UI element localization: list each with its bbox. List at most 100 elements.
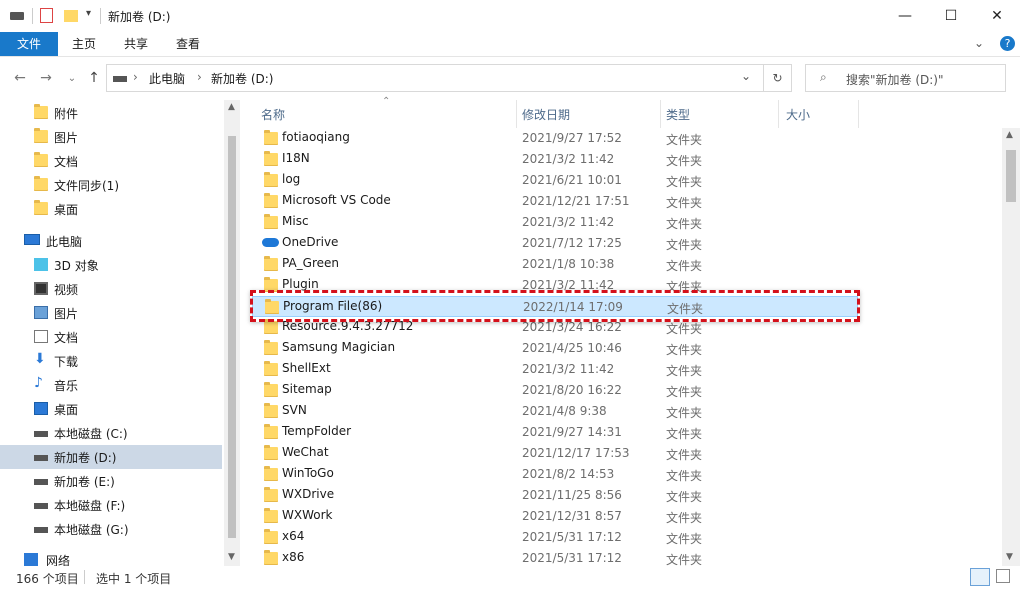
- sidebar-item-pictures-pc[interactable]: 图片: [0, 301, 222, 325]
- file-row[interactable]: PA_Green 2021/1/8 10:38 文件夹: [252, 254, 858, 275]
- file-date: 2021/5/31 17:12: [522, 530, 622, 544]
- tab-file[interactable]: 文件: [0, 32, 58, 56]
- drive-icon: [34, 479, 48, 485]
- sidebar-item-downloads[interactable]: ⬇ 下载: [0, 349, 222, 373]
- file-row[interactable]: x86 2021/5/31 17:12 文件夹: [252, 548, 858, 566]
- sidebar-item-attachments[interactable]: 附件: [0, 101, 222, 125]
- customize-toolbar-icon[interactable]: ▾: [86, 8, 94, 24]
- column-date[interactable]: 修改日期: [522, 106, 570, 123]
- search-box[interactable]: ⌕ 搜索"新加卷 (D:)": [805, 64, 1006, 92]
- close-button[interactable]: ✕: [974, 0, 1020, 32]
- column-divider[interactable]: [660, 100, 661, 128]
- scroll-down-icon[interactable]: ▼: [1006, 552, 1013, 562]
- file-row[interactable]: TempFolder 2021/9/27 14:31 文件夹: [252, 422, 858, 443]
- up-button[interactable]: ↑: [84, 68, 104, 88]
- file-row[interactable]: WXWork 2021/12/31 8:57 文件夹: [252, 506, 858, 527]
- column-divider[interactable]: [516, 100, 517, 128]
- minimize-button[interactable]: —: [882, 0, 928, 32]
- tab-share[interactable]: 共享: [116, 32, 156, 56]
- sidebar-item-label: 网络: [46, 554, 71, 566]
- sidebar-item-pictures[interactable]: 图片: [0, 125, 222, 149]
- sidebar-item-drive-f[interactable]: 本地磁盘 (F:): [0, 493, 222, 517]
- sidebar-scrollbar[interactable]: ▲ ▼: [224, 100, 240, 566]
- back-button[interactable]: ←: [10, 68, 30, 88]
- desktop-icon: [34, 402, 48, 415]
- new-folder-icon[interactable]: [64, 10, 78, 22]
- file-name: OneDrive: [282, 235, 339, 249]
- sidebar-item-drive-e[interactable]: 新加卷 (E:): [0, 469, 222, 493]
- file-type: 文件夹: [666, 343, 703, 357]
- details-view-icon[interactable]: [970, 568, 990, 586]
- column-divider[interactable]: [858, 100, 859, 128]
- file-row[interactable]: log 2021/6/21 10:01 文件夹: [252, 170, 858, 191]
- file-row[interactable]: I18N 2021/3/2 11:42 文件夹: [252, 149, 858, 170]
- sidebar-item-drive-c[interactable]: 本地磁盘 (C:): [0, 421, 222, 445]
- scroll-down-icon[interactable]: ▼: [228, 552, 235, 562]
- file-list-scrollbar[interactable]: ▲ ▼: [1002, 128, 1020, 566]
- file-type: 文件夹: [666, 448, 703, 462]
- search-input[interactable]: 搜索"新加卷 (D:)": [846, 71, 944, 88]
- chevron-down-icon[interactable]: ⌄: [741, 69, 751, 83]
- sidebar-item-drive-g[interactable]: 本地磁盘 (G:): [0, 517, 222, 541]
- breadcrumb-drive[interactable]: 新加卷 (D:): [211, 70, 273, 87]
- scrollbar-thumb[interactable]: [1006, 150, 1016, 202]
- file-row[interactable]: Samsung Magician 2021/4/25 10:46 文件夹: [252, 338, 858, 359]
- maximize-button[interactable]: ☐: [928, 0, 974, 32]
- file-row[interactable]: WXDrive 2021/11/25 8:56 文件夹: [252, 485, 858, 506]
- sidebar-item-desktop[interactable]: 桌面: [0, 197, 222, 221]
- folder-icon: [34, 176, 48, 191]
- column-size[interactable]: 大小: [786, 106, 810, 123]
- file-row[interactable]: WeChat 2021/12/17 17:53 文件夹: [252, 443, 858, 464]
- sidebar-item-3d-objects[interactable]: 3D 对象: [0, 253, 222, 277]
- folder-icon: [264, 487, 278, 502]
- column-divider[interactable]: [778, 100, 779, 128]
- folder-icon: [264, 445, 278, 460]
- file-row[interactable]: SVN 2021/4/8 9:38 文件夹: [252, 401, 858, 422]
- forward-button[interactable]: →: [36, 68, 56, 88]
- sidebar-item-network[interactable]: 网络: [0, 548, 222, 566]
- file-row[interactable]: ShellExt 2021/3/2 11:42 文件夹: [252, 359, 858, 380]
- tab-home[interactable]: 主页: [64, 32, 104, 56]
- large-icons-view-icon[interactable]: [996, 569, 1010, 583]
- properties-icon[interactable]: [40, 8, 53, 23]
- highlight-box: [250, 290, 860, 322]
- file-row[interactable]: Microsoft VS Code 2021/12/21 17:51 文件夹: [252, 191, 858, 212]
- file-row[interactable]: Misc 2021/3/2 11:42 文件夹: [252, 212, 858, 233]
- selection-count: 选中 1 个项目: [96, 572, 172, 586]
- help-icon[interactable]: ?: [1000, 36, 1015, 51]
- sidebar-item-label: 桌面: [54, 403, 79, 417]
- chevron-right-icon[interactable]: ›: [133, 70, 138, 84]
- sidebar-item-drive-d[interactable]: 新加卷 (D:): [0, 445, 222, 469]
- file-type: 文件夹: [666, 322, 703, 336]
- tab-view[interactable]: 查看: [168, 32, 208, 56]
- file-row[interactable]: x64 2021/5/31 17:12 文件夹: [252, 527, 858, 548]
- file-row[interactable]: Sitemap 2021/8/20 16:22 文件夹: [252, 380, 858, 401]
- column-name[interactable]: 名称: [261, 106, 285, 123]
- file-row[interactable]: fotiaoqiang 2021/9/27 17:52 文件夹: [252, 128, 858, 149]
- refresh-button[interactable]: ↻: [764, 64, 792, 92]
- folder-icon: [264, 193, 278, 208]
- chevron-right-icon[interactable]: ›: [197, 70, 202, 84]
- scroll-up-icon[interactable]: ▲: [1006, 130, 1013, 140]
- sidebar-item-documents[interactable]: 文档: [0, 149, 222, 173]
- recent-locations-icon[interactable]: ⌄: [62, 68, 82, 88]
- sidebar-item-music[interactable]: ♪ 音乐: [0, 373, 222, 397]
- sidebar-item-documents-pc[interactable]: 文档: [0, 325, 222, 349]
- scroll-up-icon[interactable]: ▲: [228, 102, 235, 112]
- column-type[interactable]: 类型: [666, 106, 690, 123]
- file-date: 2021/12/17 17:53: [522, 446, 630, 460]
- breadcrumb-this-pc[interactable]: 此电脑: [149, 70, 185, 87]
- sidebar-item-desktop-pc[interactable]: 桌面: [0, 397, 222, 421]
- chevron-down-icon[interactable]: ⌄: [974, 36, 984, 50]
- address-bar[interactable]: › 此电脑 › 新加卷 (D:) ⌄: [106, 64, 764, 92]
- sidebar-item-this-pc[interactable]: 此电脑: [0, 229, 222, 253]
- scrollbar-thumb[interactable]: [228, 136, 236, 538]
- file-date: 2021/4/8 9:38: [522, 404, 607, 418]
- file-row[interactable]: OneDrive 2021/7/12 17:25 文件夹: [252, 233, 858, 254]
- folder-icon: [264, 529, 278, 544]
- documents-icon: [34, 330, 48, 343]
- sidebar-item-sync[interactable]: 文件同步(1): [0, 173, 222, 197]
- sidebar-item-videos[interactable]: 视频: [0, 277, 222, 301]
- sidebar-item-label: 本地磁盘 (F:): [54, 499, 126, 513]
- file-row[interactable]: WinToGo 2021/8/2 14:53 文件夹: [252, 464, 858, 485]
